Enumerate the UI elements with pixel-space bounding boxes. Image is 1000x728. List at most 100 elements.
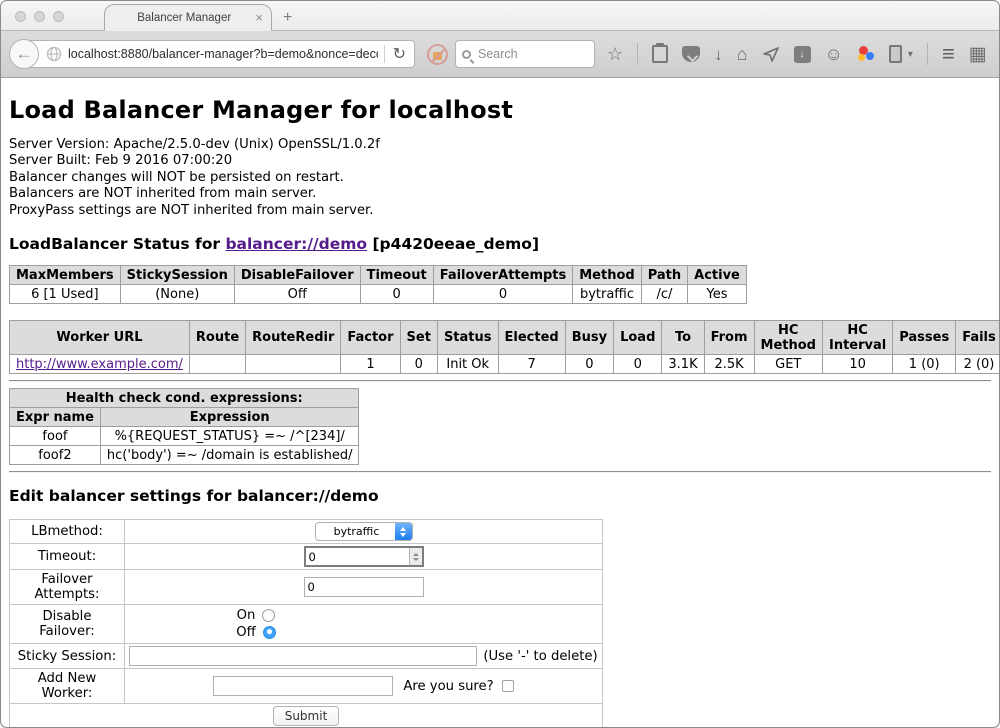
table-row: foof %{REQUEST_STATUS} =~ /^[234]/ <box>10 427 359 446</box>
select-stepper-icon <box>395 523 412 540</box>
sticky-session-row: Sticky Session: (Use '-' to delete) <box>10 644 603 669</box>
balancer-status-table: MaxMembers StickySession DisableFailover… <box>9 265 747 304</box>
disable-failover-row: Disable Failover: On Off <box>10 605 603 644</box>
battery-extension-icon[interactable] <box>889 45 902 63</box>
toolbar-divider <box>927 43 928 65</box>
close-window-button[interactable] <box>15 11 26 22</box>
overflow-caret-icon[interactable]: ▾ <box>908 49 913 60</box>
section-divider <box>9 380 991 382</box>
failover-attempts-row: Failover Attempts: <box>10 570 603 605</box>
hamburger-menu-icon[interactable]: ≡ <box>942 41 955 67</box>
page-title: Load Balancer Manager for localhost <box>9 96 991 124</box>
col-method: Method <box>573 266 641 285</box>
disable-failover-on-radio[interactable] <box>262 609 275 622</box>
send-tab-icon[interactable] <box>762 45 780 63</box>
status-heading-suffix: [p4420eeae_demo] <box>367 235 539 253</box>
toolbar-divider <box>637 43 638 65</box>
search-icon <box>462 50 471 59</box>
table-header-row: Expr name Expression <box>10 408 359 427</box>
timeout-input[interactable] <box>306 550 409 564</box>
window-controls[interactable] <box>15 11 64 22</box>
browser-window: Balancer Manager × + ← localhost:8880/ba… <box>0 0 1000 728</box>
adblock-disabled-icon[interactable] <box>427 44 448 65</box>
url-text[interactable]: localhost:8880/balancer-manager?b=demo&n… <box>68 47 378 61</box>
server-built-line: Server Built: Feb 9 2016 07:00:20 <box>9 153 991 169</box>
globe-icon <box>46 46 62 62</box>
are-you-sure-label: Are you sure? <box>403 679 493 694</box>
downloads-icon[interactable]: ↓ <box>714 46 723 63</box>
sticky-session-hint: (Use '-' to delete) <box>483 649 597 664</box>
zoom-window-button[interactable] <box>53 11 64 22</box>
lbmethod-select[interactable]: bytraffic <box>315 522 413 541</box>
navigation-toolbar: ← localhost:8880/balancer-manager?b=demo… <box>1 31 999 78</box>
back-icon: ← <box>16 44 33 63</box>
col-path: Path <box>641 266 687 285</box>
worker-url-link[interactable]: http://www.example.com/ <box>16 357 183 372</box>
lbmethod-row: LBmethod: bytraffic <box>10 520 603 544</box>
col-active: Active <box>688 266 747 285</box>
worker-status-table: Worker URL Route RouteRedir Factor Set S… <box>9 320 1000 374</box>
back-button[interactable]: ← <box>9 39 39 69</box>
submit-row: Submit <box>10 704 603 728</box>
radio-off-label: Off <box>236 625 255 640</box>
col-stickysession: StickySession <box>120 266 234 285</box>
toolbar-icons: ☆ ↓ ⌂ ↓ ☺ ▾ ≡ ▦ <box>607 41 979 67</box>
health-check-table: Health check cond. expressions: Expr nam… <box>9 388 359 465</box>
inherit-note-line: Balancers are NOT inherited from main se… <box>9 186 991 202</box>
col-failoverattempts: FailoverAttempts <box>433 266 573 285</box>
loadbalancer-status-heading: LoadBalancer Status for balancer://demo … <box>9 235 991 253</box>
worker-row: http://www.example.com/ 1 0 Init Ok 7 0 … <box>10 355 1000 374</box>
tab-title: Balancer Manager <box>119 12 249 24</box>
tab-balancer-manager[interactable]: Balancer Manager × <box>104 4 272 31</box>
server-info: Server Version: Apache/2.5.0-dev (Unix) … <box>9 137 991 219</box>
reading-list-icon[interactable] <box>652 45 668 63</box>
minimize-window-button[interactable] <box>34 11 45 22</box>
feedback-smiley-icon[interactable]: ☺ <box>825 45 843 63</box>
page-content: Load Balancer Manager for localhost Serv… <box>1 78 999 728</box>
reload-icon[interactable]: ↻ <box>391 44 414 64</box>
balancer-demo-link[interactable]: balancer://demo <box>225 235 367 253</box>
disable-failover-off-radio[interactable] <box>263 626 276 639</box>
urlbar-divider <box>384 45 385 63</box>
bookmark-star-icon[interactable]: ☆ <box>607 45 623 63</box>
timeout-row: Timeout: <box>10 544 603 570</box>
are-you-sure-checkbox[interactable] <box>502 680 514 692</box>
sticky-session-label: Sticky Session: <box>10 644 125 669</box>
health-table-title: Health check cond. expressions: <box>10 389 359 408</box>
section-divider <box>9 471 991 473</box>
table-row: foof2 hc('body') =~ /domain is establish… <box>10 446 359 465</box>
status-heading-prefix: LoadBalancer Status for <box>9 235 225 253</box>
table-header-row: Worker URL Route RouteRedir Factor Set S… <box>10 321 1000 355</box>
url-bar[interactable]: localhost:8880/balancer-manager?b=demo&n… <box>25 40 415 68</box>
edit-balancer-heading: Edit balancer settings for balancer://de… <box>9 487 991 505</box>
tab-close-icon[interactable]: × <box>255 10 263 25</box>
new-tab-button[interactable]: + <box>283 9 292 27</box>
add-worker-label: Add New Worker: <box>10 669 125 704</box>
colorful-dots-extension-icon[interactable] <box>857 45 875 63</box>
proxypass-note-line: ProxyPass settings are NOT inherited fro… <box>9 203 991 219</box>
add-worker-input[interactable] <box>213 676 393 696</box>
addon-install-icon[interactable]: ↓ <box>794 46 811 63</box>
failover-attempts-label: Failover Attempts: <box>10 570 125 605</box>
col-disablefailover: DisableFailover <box>234 266 360 285</box>
server-version-line: Server Version: Apache/2.5.0-dev (Unix) … <box>9 137 991 153</box>
persist-note-line: Balancer changes will NOT be persisted o… <box>9 170 991 186</box>
sticky-session-input[interactable] <box>129 646 477 666</box>
col-worker-url: Worker URL <box>10 321 190 355</box>
timeout-input-wrap <box>304 546 424 567</box>
col-maxmembers: MaxMembers <box>10 266 121 285</box>
timeout-label: Timeout: <box>10 544 125 570</box>
search-input[interactable] <box>478 47 588 61</box>
table-row: 6 [1 Used] (None) Off 0 0 bytraffic /c/ … <box>10 285 747 304</box>
submit-button[interactable]: Submit <box>273 706 340 726</box>
edit-balancer-form: LBmethod: bytraffic Timeout: <box>9 519 603 728</box>
home-icon[interactable]: ⌂ <box>737 45 748 63</box>
tab-bar: Balancer Manager × + <box>1 1 999 31</box>
failover-attempts-input[interactable] <box>304 577 424 597</box>
search-bar[interactable] <box>455 40 595 68</box>
table-header-row: MaxMembers StickySession DisableFailover… <box>10 266 747 285</box>
pocket-icon[interactable] <box>682 46 700 62</box>
number-spinner-icon[interactable] <box>409 548 422 565</box>
tile-view-icon[interactable]: ▦ <box>969 43 987 66</box>
radio-on-label: On <box>237 608 256 623</box>
